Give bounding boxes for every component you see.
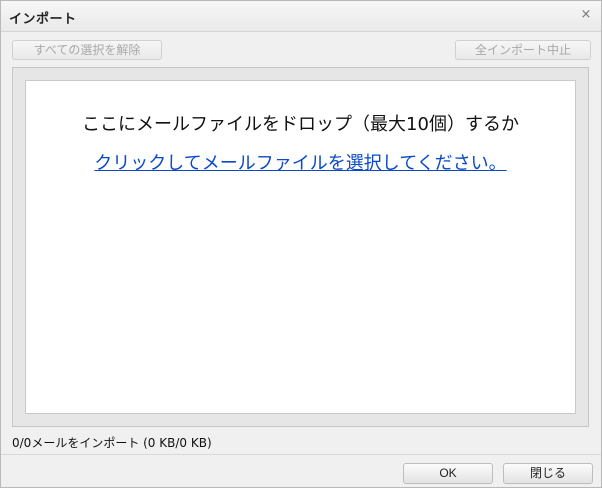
file-drop-zone[interactable]: ここにメールファイルをドロップ（最大10個）するか クリックしてメールファイルを… [25, 80, 576, 414]
select-files-link[interactable]: クリックしてメールファイルを選択してください。 [26, 149, 575, 175]
close-icon[interactable]: × [579, 7, 593, 23]
footer-divider [1, 454, 601, 455]
dialog-titlebar: インポート × [1, 1, 601, 32]
drop-area-frame: ここにメールファイルをドロップ（最大10個）するか クリックしてメールファイルを… [12, 67, 589, 427]
close-button[interactable]: 閉じる [503, 463, 593, 484]
deselect-all-button[interactable]: すべての選択を解除 [12, 40, 162, 60]
drop-instruction: ここにメールファイルをドロップ（最大10個）するか [82, 114, 519, 135]
ok-button[interactable]: OK [403, 463, 493, 484]
import-dialog: インポート × すべての選択を解除 全インポート中止 ここにメールファイルをドロ… [0, 0, 602, 488]
dialog-title: インポート [9, 12, 77, 27]
import-status-text: 0/0メールをインポート (0 KB/0 KB) [12, 436, 212, 450]
stop-all-imports-button[interactable]: 全インポート中止 [455, 40, 591, 60]
